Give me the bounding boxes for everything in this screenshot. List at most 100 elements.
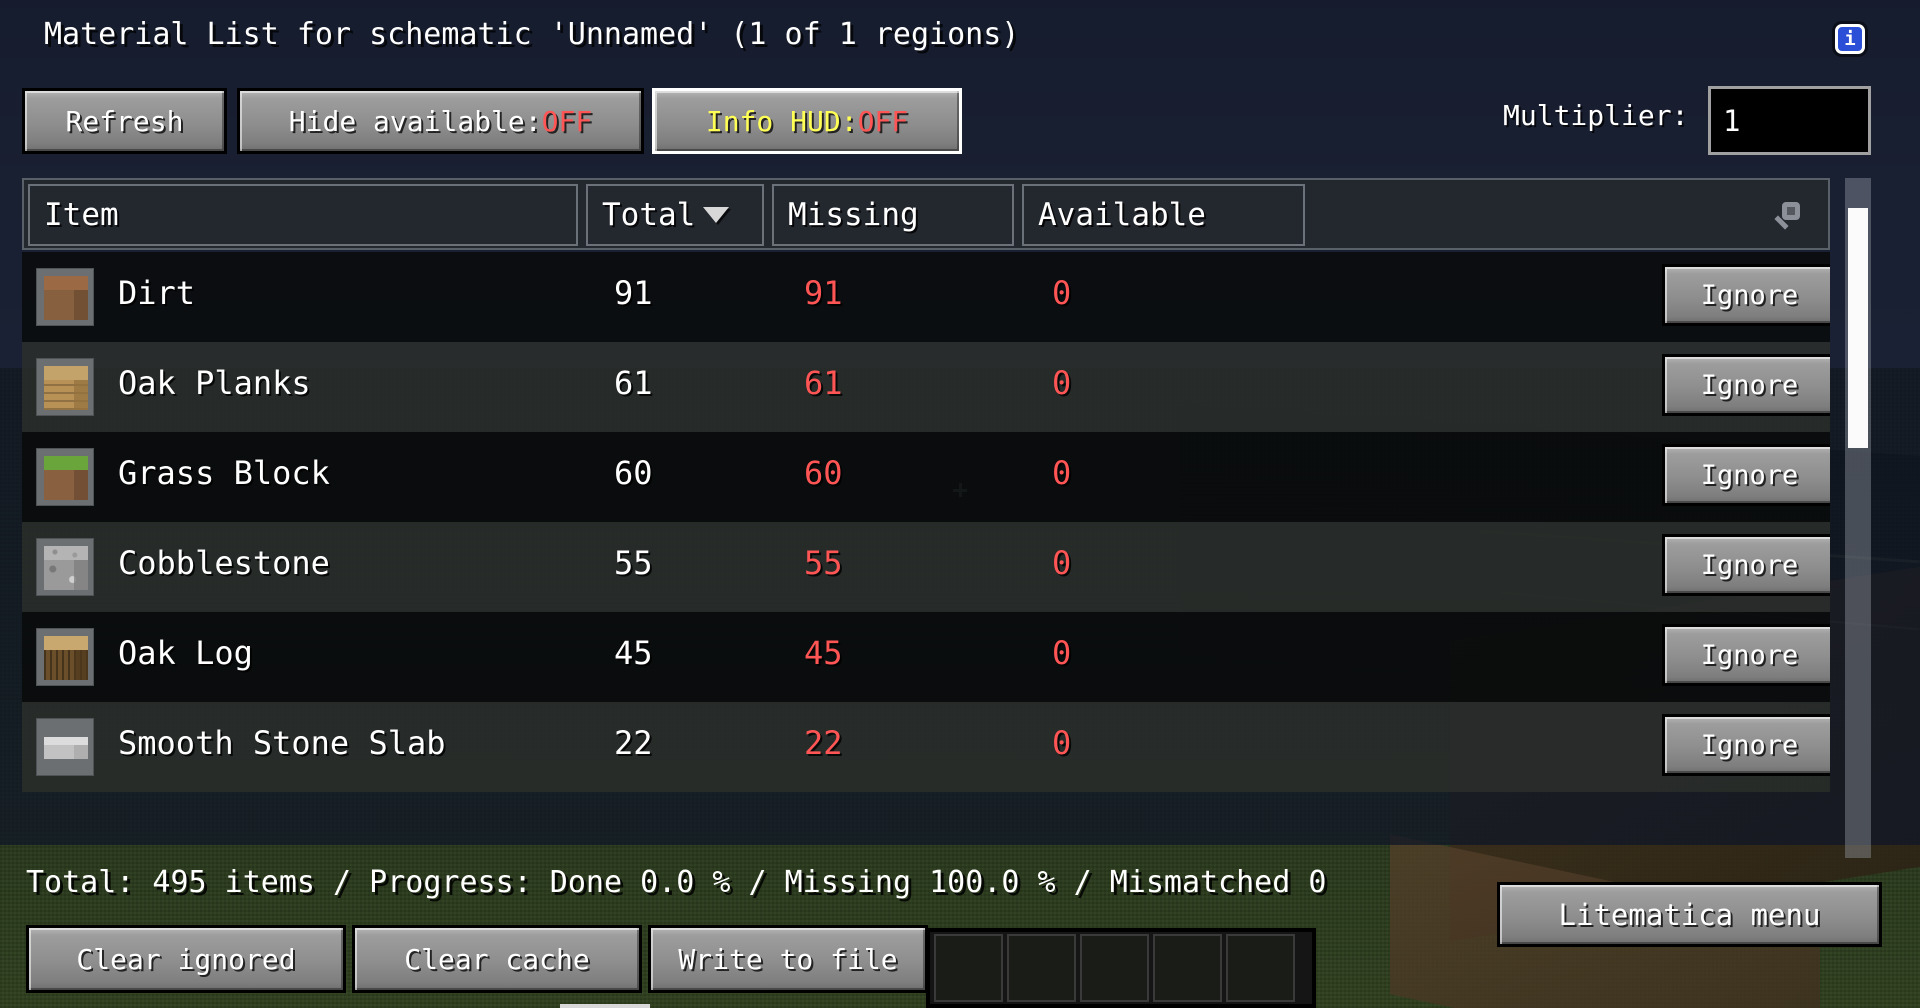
hotbar-selection-underline (560, 1004, 650, 1008)
hide-available-value: OFF (541, 104, 593, 138)
refresh-button[interactable]: Refresh (22, 88, 227, 154)
item-total-count: 91 (614, 274, 653, 312)
item-icon-slot (36, 538, 94, 596)
search-icon[interactable] (1770, 200, 1804, 234)
hide-available-label: Hide available: (288, 104, 542, 138)
item-name: Dirt (118, 274, 196, 312)
hotbar-slot[interactable] (1153, 934, 1222, 1002)
hotbar-slot[interactable] (934, 934, 1003, 1002)
item-available-count: 0 (1052, 364, 1072, 402)
ignore-button-label: Ignore (1700, 639, 1799, 671)
clear-ignored-label: Clear ignored (76, 942, 296, 976)
multiplier-input[interactable] (1711, 89, 1868, 152)
ignore-button-label: Ignore (1700, 459, 1799, 491)
hide-available-toggle-button[interactable]: Hide available: OFF (237, 88, 644, 154)
sort-descending-icon (703, 207, 730, 223)
item-available-count: 0 (1052, 544, 1072, 582)
ignore-button[interactable]: Ignore (1662, 714, 1830, 776)
item-icon-slot (36, 358, 94, 416)
item-icon-slot (36, 718, 94, 776)
litematica-menu-button[interactable]: Litematica menu (1497, 882, 1882, 947)
table-header-row: Item Total Missing Available (22, 178, 1830, 250)
ignore-button[interactable]: Ignore (1662, 624, 1830, 686)
minecraft-litematica-material-list-screen: Material List for schematic 'Unnamed' (1… (0, 0, 1920, 1008)
column-header-item-label: Item (44, 197, 119, 233)
multiplier-label: Multiplier: (1503, 99, 1689, 132)
column-header-missing-label: Missing (788, 197, 919, 233)
page-title: Material List for schematic 'Unnamed' (1… (44, 17, 1020, 52)
item-name: Cobblestone (118, 544, 330, 582)
table-row[interactable]: Grass Block 60 60 0 Ignore (22, 432, 1830, 522)
hotbar-slot[interactable] (1080, 934, 1149, 1002)
item-missing-count: 91 (804, 274, 843, 312)
column-header-item[interactable]: Item (28, 184, 578, 246)
item-total-count: 45 (614, 634, 653, 672)
item-name: Grass Block (118, 454, 330, 492)
column-header-available[interactable]: Available (1022, 184, 1305, 246)
ignore-button-label: Ignore (1700, 279, 1799, 311)
oak-log-block-icon (44, 636, 88, 680)
item-name: Oak Log (118, 634, 253, 672)
item-total-count: 60 (614, 454, 653, 492)
clear-cache-button[interactable]: Clear cache (352, 925, 642, 993)
clear-cache-label: Clear cache (404, 942, 590, 976)
write-to-file-label: Write to file (678, 942, 898, 976)
ignore-button-label: Ignore (1700, 729, 1799, 761)
table-row[interactable]: Cobblestone 55 55 0 Ignore (22, 522, 1830, 612)
item-total-count: 55 (614, 544, 653, 582)
item-available-count: 0 (1052, 724, 1072, 762)
table-row[interactable]: Smooth Stone Slab 22 22 0 Ignore (22, 702, 1830, 792)
table-row[interactable]: Oak Planks 61 61 0 Ignore (22, 342, 1830, 432)
search-icon-ring (1782, 202, 1800, 220)
column-header-total-label: Total (602, 197, 696, 233)
ignore-button[interactable]: Ignore (1662, 264, 1830, 326)
item-missing-count: 45 (804, 634, 843, 672)
litematica-menu-label: Litematica menu (1558, 897, 1821, 932)
item-available-count: 0 (1052, 634, 1072, 672)
ignore-button-label: Ignore (1700, 549, 1799, 581)
table-row[interactable]: Oak Log 45 45 0 Ignore (22, 612, 1830, 702)
refresh-button-label: Refresh (65, 104, 184, 138)
material-list-table: Item Total Missing Available Dirt 91 91 0 Ig… (22, 178, 1852, 803)
column-header-available-label: Available (1038, 197, 1206, 233)
dirt-block-icon (44, 276, 88, 320)
status-summary-text: Total: 495 items / Progress: Done 0.0 % … (26, 865, 1327, 900)
item-icon-slot (36, 268, 94, 326)
hotbar-slot[interactable] (1007, 934, 1076, 1002)
item-name: Oak Planks (118, 364, 311, 402)
grass-block-icon (44, 456, 88, 500)
scrollbar-thumb[interactable] (1848, 208, 1868, 448)
info-icon-glyph: i (1835, 24, 1865, 54)
item-missing-count: 55 (804, 544, 843, 582)
table-body: Dirt 91 91 0 Ignore Oak Planks 61 61 0 Ignore Gras… (22, 252, 1830, 803)
ignore-button-label: Ignore (1700, 369, 1799, 401)
oak-planks-block-icon (44, 366, 88, 410)
item-missing-count: 61 (804, 364, 843, 402)
column-header-missing[interactable]: Missing (772, 184, 1014, 246)
info-hud-toggle-button[interactable]: Info HUD: OFF (652, 88, 962, 154)
item-missing-count: 60 (804, 454, 843, 492)
info-circle-icon[interactable]: i (1833, 22, 1867, 56)
item-icon-slot (36, 448, 94, 506)
write-to-file-button[interactable]: Write to file (648, 925, 928, 993)
column-header-total[interactable]: Total (586, 184, 764, 246)
ignore-button[interactable]: Ignore (1662, 534, 1830, 596)
item-name: Smooth Stone Slab (118, 724, 446, 762)
vertical-scrollbar[interactable] (1845, 178, 1871, 858)
item-missing-count: 22 (804, 724, 843, 762)
info-hud-label: Info HUD: (705, 104, 858, 138)
clear-ignored-button[interactable]: Clear ignored (26, 925, 346, 993)
item-available-count: 0 (1052, 454, 1072, 492)
table-row[interactable]: Dirt 91 91 0 Ignore (22, 252, 1830, 342)
item-available-count: 0 (1052, 274, 1072, 312)
multiplier-field-wrapper[interactable] (1708, 86, 1871, 155)
item-icon-slot (36, 628, 94, 686)
item-total-count: 61 (614, 364, 653, 402)
cobblestone-block-icon (44, 546, 88, 590)
ignore-button[interactable]: Ignore (1662, 354, 1830, 416)
hotbar-slot[interactable] (1226, 934, 1295, 1002)
info-hud-value: OFF (857, 104, 909, 138)
ignore-button[interactable]: Ignore (1662, 444, 1830, 506)
item-total-count: 22 (614, 724, 653, 762)
smooth-stone-slab-icon (44, 737, 88, 759)
